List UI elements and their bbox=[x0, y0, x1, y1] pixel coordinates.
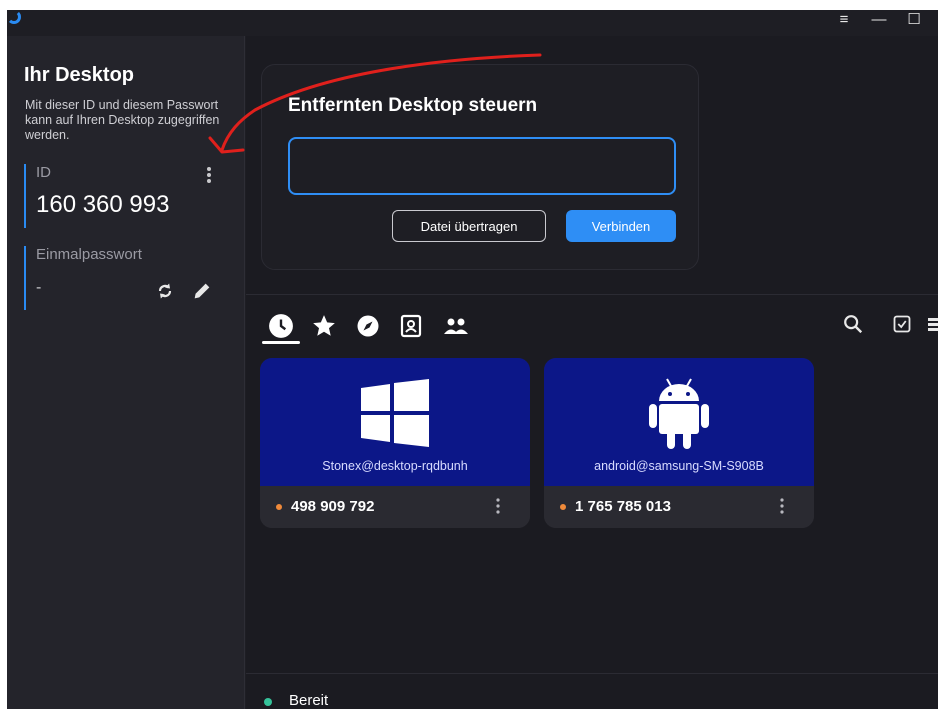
app-window: ≡ — ☐ Ihr Desktop Mit dieser ID und dies… bbox=[7, 10, 938, 709]
tab-address-book[interactable] bbox=[396, 311, 426, 341]
peer-name: Stonex@desktop-rqdbunh bbox=[322, 459, 468, 473]
minimize-icon[interactable]: — bbox=[865, 10, 893, 36]
favorites-icon bbox=[313, 315, 335, 336]
windows-logo-icon bbox=[361, 379, 429, 447]
refresh-icon[interactable] bbox=[155, 281, 175, 306]
more-vert-icon[interactable] bbox=[496, 498, 500, 519]
menu-icon[interactable]: ≡ bbox=[830, 10, 858, 36]
divider bbox=[246, 294, 938, 295]
connect-title: Entfernten Desktop steuern bbox=[288, 95, 538, 116]
password-field: Einmalpasswort - bbox=[24, 246, 142, 310]
id-label: ID bbox=[36, 164, 51, 181]
tab-group[interactable] bbox=[441, 311, 471, 341]
id-field: ID 160 360 993 bbox=[24, 164, 169, 228]
more-vert-icon[interactable] bbox=[780, 498, 784, 519]
search-icon[interactable] bbox=[842, 313, 864, 340]
sidebar-title: Ihr Desktop bbox=[24, 64, 135, 86]
offline-status-dot bbox=[276, 504, 282, 510]
main-panel: Entfernten Desktop steuern Datei übertra… bbox=[246, 36, 938, 709]
remote-id-input[interactable] bbox=[288, 137, 676, 195]
peer-card-header: android@samsung-SM-S908B bbox=[544, 358, 814, 486]
id-value[interactable]: 160 360 993 bbox=[36, 191, 169, 219]
more-vert-icon[interactable] bbox=[206, 166, 212, 187]
group-icon bbox=[444, 318, 468, 334]
peer-card-footer: 1 765 785 013 bbox=[544, 486, 814, 528]
peer-id: 1 765 785 013 bbox=[575, 498, 671, 515]
peer-card[interactable]: Stonex@desktop-rqdbunh 498 909 792 bbox=[260, 358, 530, 528]
transfer-file-button[interactable]: Datei übertragen bbox=[392, 210, 546, 242]
tab-active-indicator bbox=[262, 341, 300, 344]
tab-discovered[interactable] bbox=[353, 311, 383, 341]
peer-card-footer: 498 909 792 bbox=[260, 486, 530, 528]
password-label: Einmalpasswort bbox=[36, 246, 142, 263]
maximize-icon[interactable]: ☐ bbox=[900, 10, 928, 36]
password-value[interactable]: - bbox=[36, 279, 142, 297]
status-bar: Bereit bbox=[246, 673, 938, 709]
sidebar-description: Mit dieser ID und diesem Passwort kann a… bbox=[25, 98, 220, 142]
tab-favorites[interactable] bbox=[309, 311, 339, 341]
address-book-icon bbox=[400, 314, 422, 338]
title-bar: ≡ — ☐ bbox=[7, 10, 938, 36]
offline-status-dot bbox=[560, 504, 566, 510]
peer-card-header: Stonex@desktop-rqdbunh bbox=[260, 358, 530, 486]
status-dot bbox=[264, 698, 272, 706]
edit-icon[interactable] bbox=[191, 280, 213, 307]
sidebar: Ihr Desktop Mit dieser ID und diesem Pas… bbox=[7, 36, 245, 709]
discovered-icon bbox=[357, 315, 379, 337]
select-icon[interactable] bbox=[893, 315, 911, 338]
recent-icon bbox=[269, 314, 293, 338]
connect-button[interactable]: Verbinden bbox=[566, 210, 676, 242]
app-logo-icon bbox=[7, 10, 21, 24]
peer-card[interactable]: android@samsung-SM-S908B 1 765 785 013 bbox=[544, 358, 814, 528]
tab-recent[interactable] bbox=[266, 311, 296, 341]
peer-name: android@samsung-SM-S908B bbox=[594, 459, 764, 473]
peer-id: 498 909 792 bbox=[291, 498, 375, 515]
android-logo-icon bbox=[649, 378, 709, 449]
connect-card: Entfernten Desktop steuern Datei übertra… bbox=[261, 64, 699, 270]
status-text: Bereit bbox=[289, 692, 329, 709]
list-view-icon[interactable] bbox=[928, 317, 938, 336]
